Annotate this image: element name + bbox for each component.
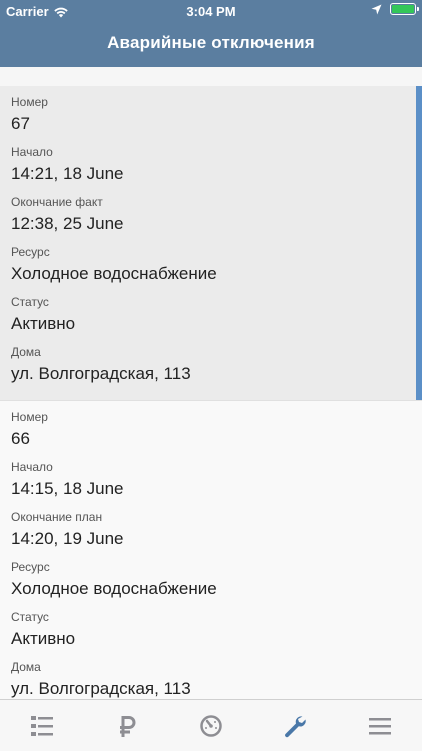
page-title: Аварийные отключения — [107, 33, 315, 52]
field-label: Ресурс — [11, 245, 50, 259]
tab-payments[interactable] — [84, 700, 168, 751]
field-label: Дома — [11, 345, 41, 359]
field-status: Статус Активно — [11, 609, 411, 655]
wrench-icon — [285, 715, 307, 737]
meter-gauge-icon — [200, 714, 222, 737]
tab-bar — [0, 699, 422, 751]
location-arrow-icon — [371, 4, 382, 14]
field-value: ул. Волгоградская, 113 — [11, 364, 191, 383]
status-bar: Carrier 3:04 PM — [0, 0, 422, 22]
field-label: Начало — [11, 145, 53, 159]
field-number: Номер 67 — [11, 94, 411, 140]
clock: 3:04 PM — [186, 4, 236, 19]
field-end: Окончание план 14:20, 19 June — [11, 509, 411, 555]
field-value: ул. Волгоградская, 113 — [11, 679, 191, 698]
field-number: Номер 66 — [11, 409, 411, 455]
field-value: 12:38, 25 June — [11, 214, 124, 233]
field-label: Окончание факт — [11, 195, 103, 209]
field-resource: Ресурс Холодное водоснабжение — [11, 559, 411, 605]
field-value: Холодное водоснабжение — [11, 264, 217, 283]
field-label: Дома — [11, 660, 41, 674]
field-label: Статус — [11, 295, 49, 309]
navigation-header: Carrier 3:04 PM Аварийные отключения — [0, 0, 422, 67]
field-houses: Дома ул. Волгоградская, 113 — [11, 659, 411, 699]
list-icon — [31, 715, 54, 736]
field-houses: Дома ул. Волгоградская, 113 — [11, 344, 411, 390]
field-value: 67 — [11, 114, 30, 133]
field-status: Статус Активно — [11, 294, 411, 340]
field-start: Начало 14:21, 18 June — [11, 144, 411, 190]
field-value: 14:15, 18 June — [11, 479, 124, 498]
tab-menu[interactable] — [338, 700, 422, 751]
field-value: Холодное водоснабжение — [11, 579, 217, 598]
ruble-icon — [119, 715, 136, 737]
outage-card[interactable]: Номер 66 Начало 14:15, 18 June Окончание… — [0, 401, 422, 699]
list-top-spacer — [0, 67, 422, 86]
status-indicators — [371, 3, 419, 15]
scroll-indicator — [416, 86, 422, 400]
field-value: Активно — [11, 629, 76, 648]
field-label: Номер — [11, 95, 48, 109]
outage-list[interactable]: Номер 67 Начало 14:21, 18 June Окончание… — [0, 67, 422, 699]
field-resource: Ресурс Холодное водоснабжение — [11, 244, 411, 290]
field-label: Номер — [11, 410, 48, 424]
battery-icon — [390, 3, 419, 15]
field-value: 66 — [11, 429, 30, 448]
tab-meters[interactable] — [169, 700, 253, 751]
field-label: Начало — [11, 460, 53, 474]
tab-list[interactable] — [0, 700, 84, 751]
tab-outages[interactable] — [253, 700, 337, 751]
field-label: Ресурс — [11, 560, 50, 574]
field-start: Начало 14:15, 18 June — [11, 459, 411, 505]
field-label: Окончание план — [11, 510, 103, 524]
field-value: 14:21, 18 June — [11, 164, 124, 183]
field-value: 14:20, 19 June — [11, 529, 124, 548]
field-value: Активно — [11, 314, 76, 333]
field-end: Окончание факт 12:38, 25 June — [11, 194, 411, 240]
menu-icon — [368, 717, 391, 734]
field-label: Статус — [11, 610, 49, 624]
outage-card[interactable]: Номер 67 Начало 14:21, 18 June Окончание… — [0, 86, 422, 401]
